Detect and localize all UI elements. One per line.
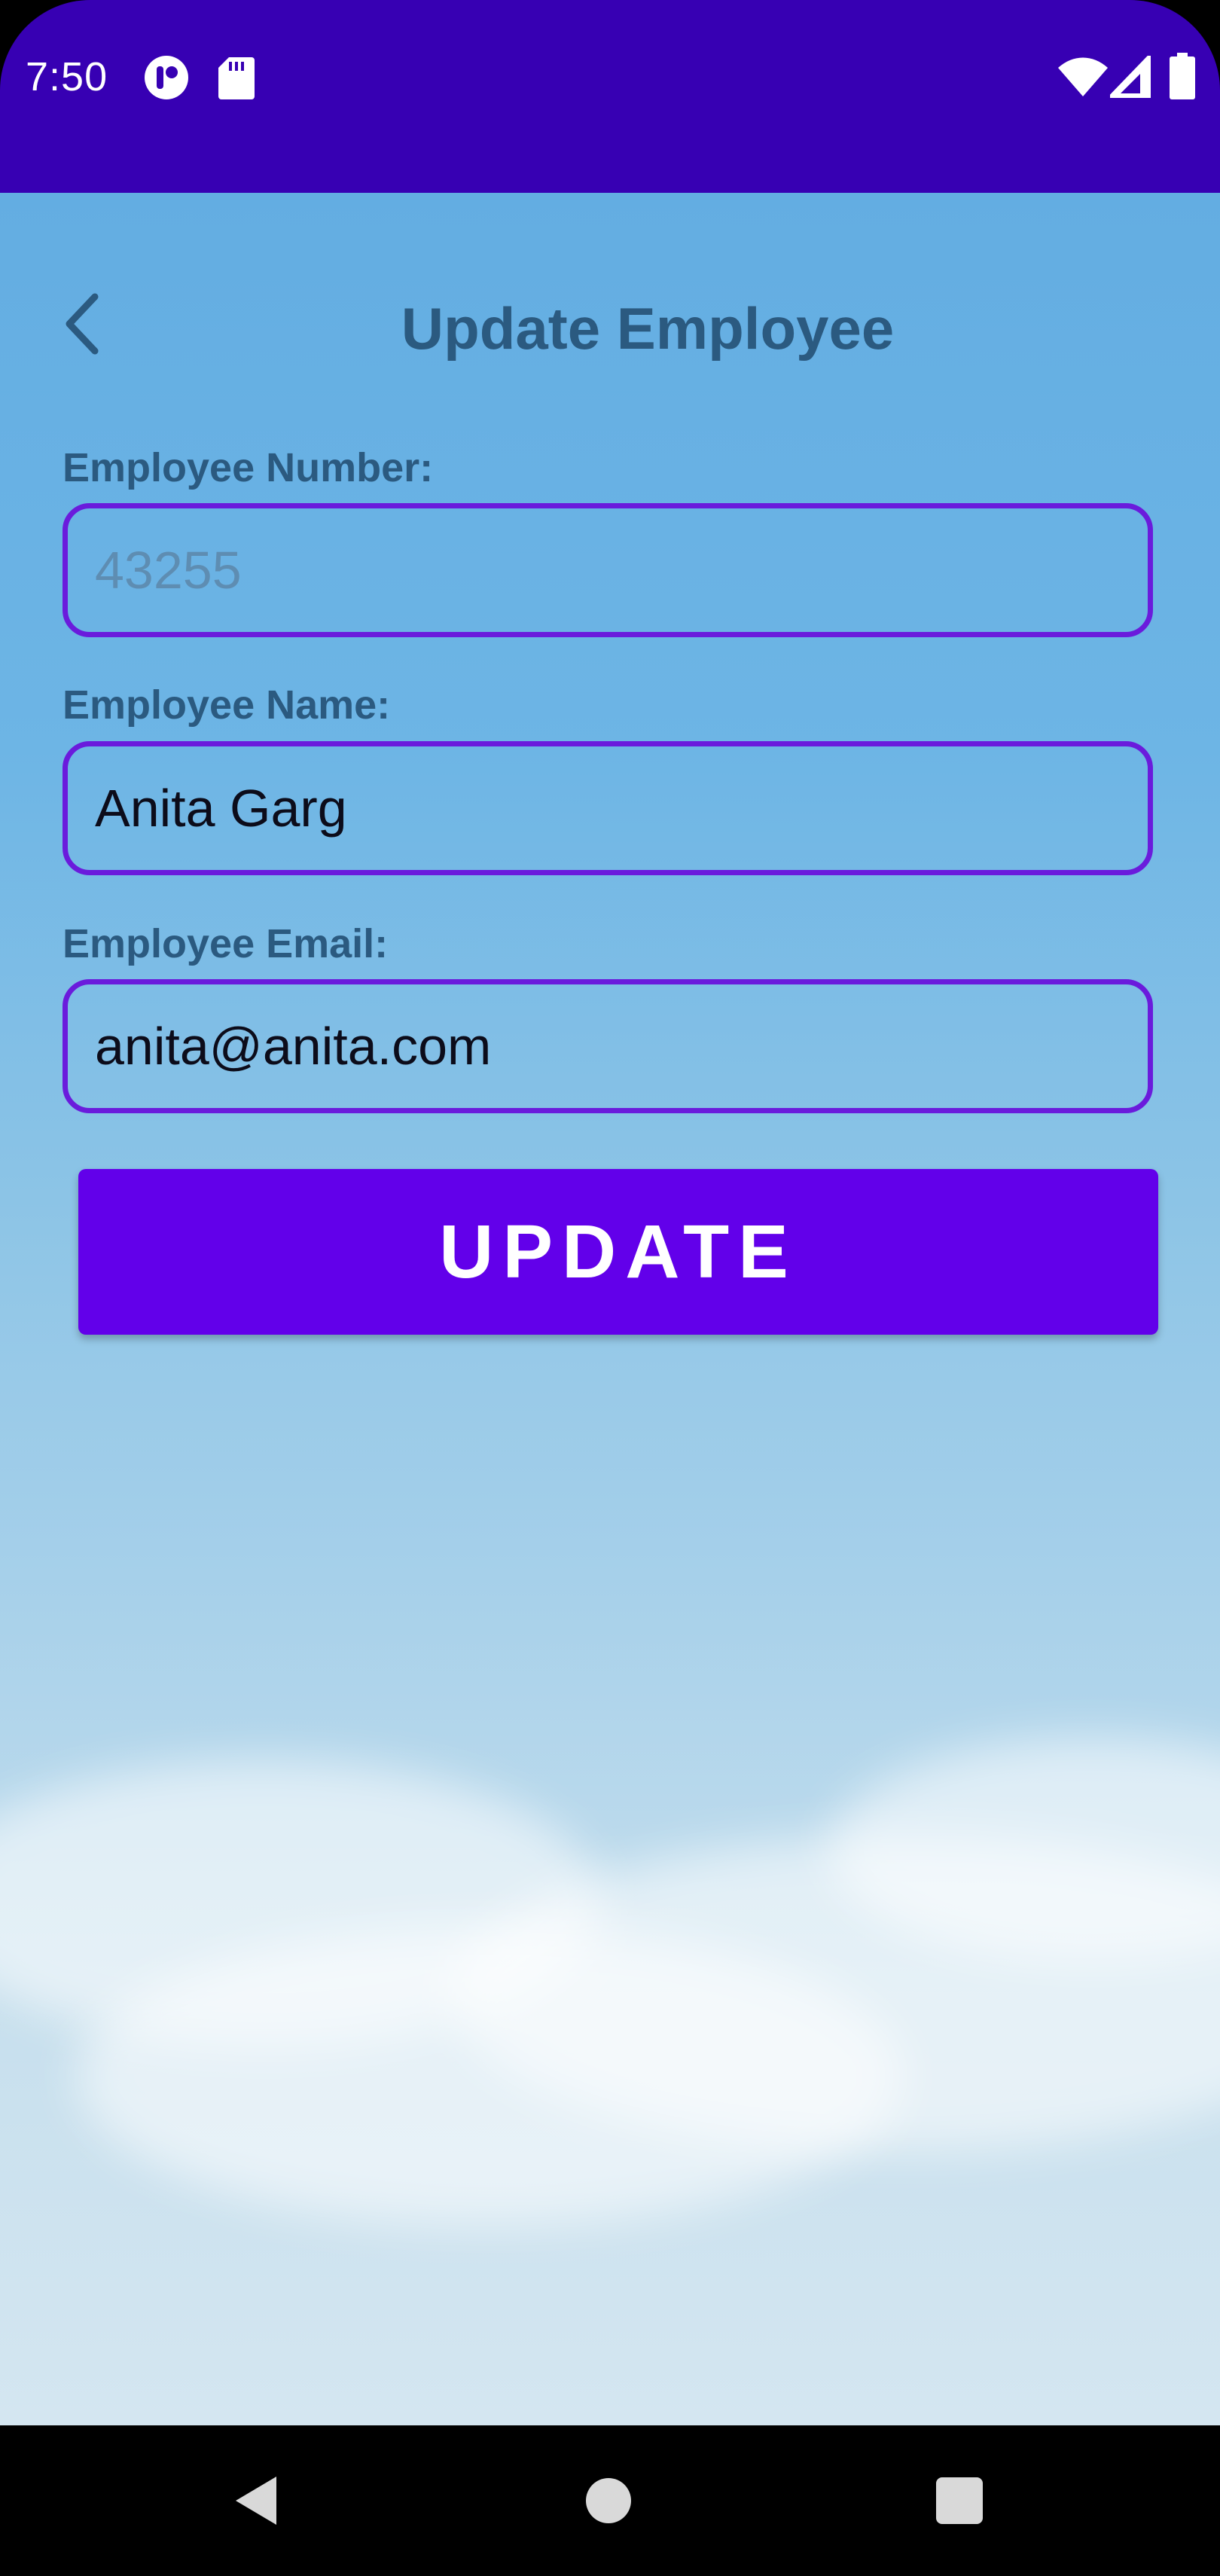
employee-email-label: Employee Email: (63, 921, 389, 966)
battery-icon (1170, 53, 1195, 99)
cloud-decoration (75, 1925, 904, 2227)
employee-name-label: Employee Name: (63, 682, 391, 728)
main-content: Update Employee Employee Number: Employe… (0, 193, 1220, 2425)
sd-card-icon (218, 57, 255, 99)
employee-number-input[interactable] (63, 503, 1153, 637)
home-circle-icon[interactable] (584, 2477, 633, 2525)
phone-screen: 7:50 Update Employee Employee Number: 43… (0, 0, 1220, 2576)
navigation-bar (0, 2425, 1220, 2576)
employee-number-label: Employee Number: (63, 445, 434, 490)
employee-name-input[interactable] (63, 741, 1153, 875)
status-bar: 7:50 (0, 0, 1220, 193)
cellular-signal-icon (1110, 56, 1151, 98)
recents-square-icon[interactable] (935, 2476, 984, 2526)
employee-email-input[interactable] (63, 979, 1153, 1113)
update-button[interactable]: UPDATE (78, 1169, 1158, 1335)
app-notification-icon (145, 56, 188, 99)
wifi-icon (1058, 57, 1108, 96)
status-time: 7:50 (26, 54, 108, 99)
back-triangle-icon[interactable] (230, 2471, 282, 2531)
page-title: Update Employee (401, 295, 895, 362)
